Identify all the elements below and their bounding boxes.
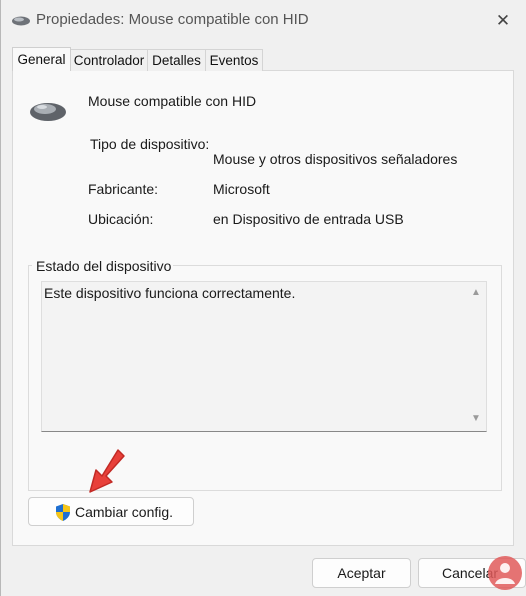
close-button[interactable]: ✕ [490, 8, 516, 34]
status-text: Este dispositivo funciona correctamente. [44, 285, 296, 301]
close-icon: ✕ [495, 11, 511, 30]
manufacturer-value: Microsoft [213, 181, 270, 197]
ok-button[interactable]: Aceptar [312, 558, 411, 588]
tab-details[interactable]: Detalles [147, 49, 206, 71]
watermark-logo-icon [486, 554, 524, 595]
window-border [0, 0, 1, 596]
device-mouse-icon [28, 98, 68, 127]
red-arrow-icon [80, 446, 128, 501]
manufacturer-label: Fabricante: [88, 181, 159, 197]
scroll-up-arrow-icon[interactable]: ▲ [470, 287, 482, 299]
group-border [169, 265, 502, 266]
location-label: Ubicación: [88, 211, 154, 227]
status-textbox[interactable] [41, 281, 487, 432]
device-status-title: Estado del dispositivo [34, 258, 174, 274]
tab-general[interactable]: General [12, 47, 71, 71]
tab-driver[interactable]: Controlador [70, 49, 148, 71]
tab-events[interactable]: Eventos [205, 49, 263, 71]
title-bar[interactable]: Propiedades: Mouse compatible con HID ✕ [0, 0, 526, 42]
mouse-icon [11, 14, 31, 30]
uac-shield-icon [54, 503, 72, 525]
change-settings-label: Cambiar config. [75, 504, 174, 520]
device-name: Mouse compatible con HID [88, 93, 257, 109]
group-border [28, 265, 32, 266]
properties-dialog: Propiedades: Mouse compatible con HID ✕ … [0, 0, 526, 596]
device-type-value: Mouse y otros dispositivos señaladores [213, 151, 458, 167]
window-title: Propiedades: Mouse compatible con HID [36, 11, 309, 28]
scroll-down-arrow-icon[interactable]: ▼ [470, 413, 482, 425]
device-type-label: Tipo de dispositivo: [90, 136, 210, 152]
ok-label: Aceptar [337, 565, 386, 581]
location-value: en Dispositivo de entrada USB [213, 211, 404, 227]
change-settings-button[interactable]: Cambiar config. [28, 497, 194, 526]
